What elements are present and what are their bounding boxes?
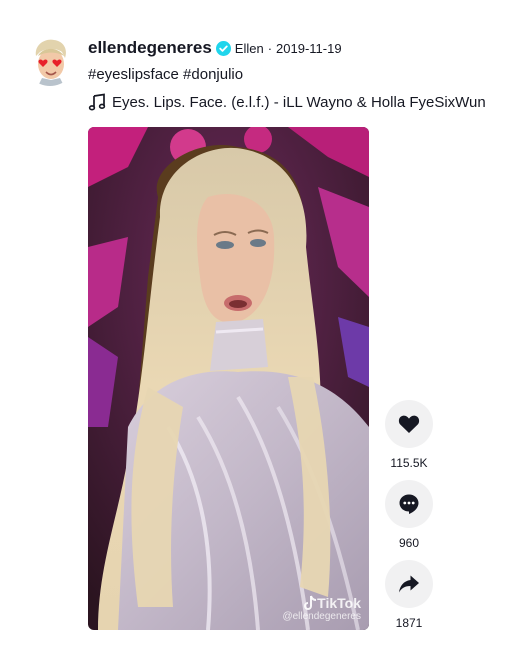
tiktok-post: ellendegeneres Ellen · 2019-11-19 #eyesl… [0,0,528,663]
like-button[interactable] [385,400,433,448]
comment-count: 960 [398,536,420,550]
video-player[interactable]: TikTok @ellendegeneres [88,127,369,630]
avatar[interactable] [24,34,76,86]
like-count: 115.5K [390,456,428,470]
music-note-icon [88,93,106,111]
heart-icon [398,415,420,433]
nickname: Ellen [234,40,264,56]
post-caption[interactable]: #eyeslipsface #donjulio [88,66,243,83]
comment-button[interactable] [385,480,433,528]
avatar-cartoon-icon [24,34,76,86]
post-date: 2019-11-19 [276,40,342,56]
music-title: Eyes. Lips. Face. (e.l.f.) - iLL Wayno &… [112,93,486,111]
share-button[interactable] [385,560,433,608]
share-action: 1871 [385,560,433,630]
username-link[interactable]: ellendegeneres [88,38,212,58]
watermark-handle: @ellendegeneres [282,611,361,622]
post-header: ellendegeneres Ellen · 2019-11-19 [88,38,342,58]
video-frame [88,127,369,630]
share-count: 1871 [395,616,423,630]
music-info[interactable]: Eyes. Lips. Face. (e.l.f.) - iLL Wayno &… [88,93,486,111]
like-action: 115.5K [385,400,433,470]
comment-action: 960 [385,480,433,550]
tiktok-logo-icon [304,595,317,610]
share-arrow-icon [399,575,419,593]
watermark-brand: TikTok [317,595,361,611]
tiktok-watermark: TikTok @ellendegeneres [282,595,361,622]
verified-badge-icon [215,40,231,56]
separator-dot: · [267,40,273,56]
comment-bubble-icon [399,494,419,514]
